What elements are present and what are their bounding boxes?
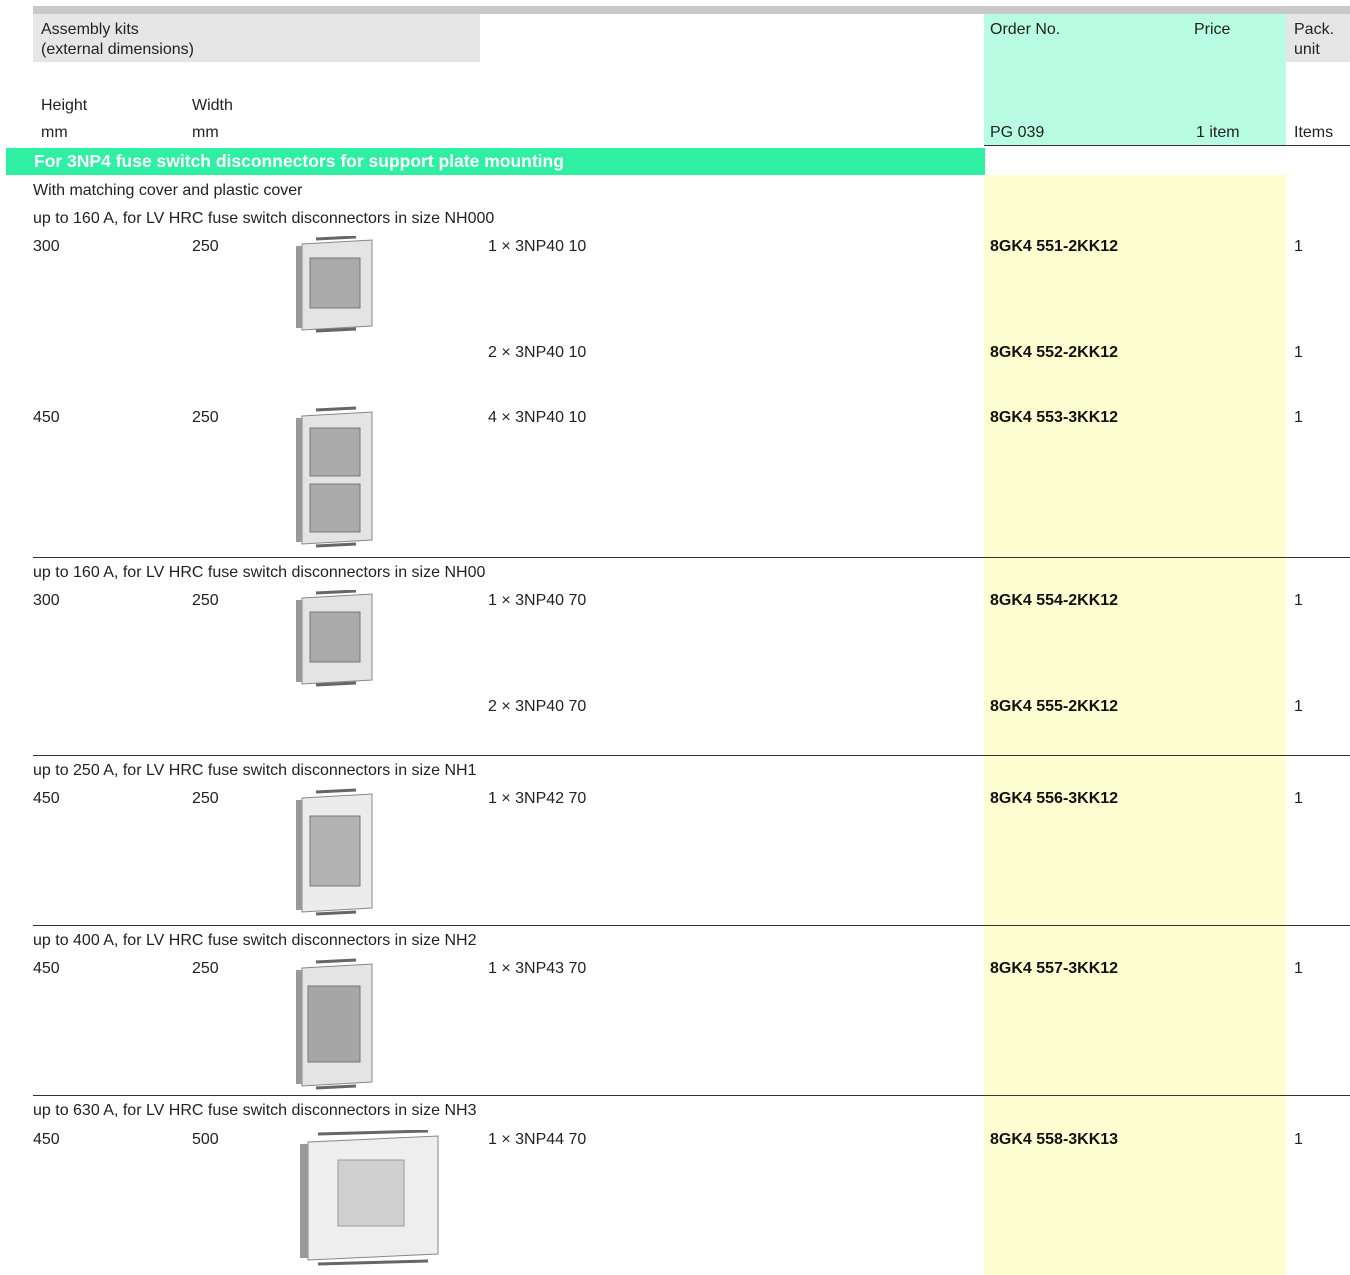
header-pack-unit: unit <box>1294 41 1320 58</box>
cell-height: 450 <box>33 409 60 426</box>
group-divider <box>33 1095 1350 1096</box>
header-width-unit: mm <box>192 124 219 141</box>
cell-description: 1 × 3NP43 70 <box>488 960 587 977</box>
cell-description: 1 × 3NP42 70 <box>488 790 587 807</box>
header-height: Height <box>41 97 88 114</box>
group-title: up to 400 A, for LV HRC fuse switch disc… <box>33 932 477 949</box>
group-divider <box>33 557 1350 558</box>
cell-height: 450 <box>33 960 60 977</box>
group-title: up to 160 A, for LV HRC fuse switch disc… <box>33 564 486 581</box>
header-pg: PG 039 <box>990 124 1045 141</box>
cell-height: 300 <box>33 592 60 609</box>
cell-pack: 1 <box>1294 238 1303 255</box>
header-height-unit: mm <box>41 124 68 141</box>
header-price-unit: 1 item <box>1196 124 1240 141</box>
cell-height: 450 <box>33 790 60 807</box>
cell-width: 250 <box>192 238 219 255</box>
cell-pack: 1 <box>1294 698 1303 715</box>
header-width: Width <box>192 97 233 114</box>
cell-order-no: 8GK4 555-2KK12 <box>990 698 1119 715</box>
cell-pack: 1 <box>1294 344 1303 361</box>
cell-width: 250 <box>192 960 219 977</box>
assembly-kit-image <box>296 406 373 548</box>
header-divider <box>984 145 1350 146</box>
cell-width: 250 <box>192 592 219 609</box>
group-title: up to 630 A, for LV HRC fuse switch disc… <box>33 1102 477 1119</box>
cell-description: 1 × 3NP44 70 <box>488 1131 587 1148</box>
group-divider <box>33 925 1350 926</box>
header-subtitle: (external dimensions) <box>41 41 194 58</box>
cell-order-no: 8GK4 557-3KK12 <box>990 960 1119 977</box>
cell-order-no: 8GK4 554-2KK12 <box>990 592 1119 609</box>
cell-height: 450 <box>33 1131 60 1148</box>
cell-description: 2 × 3NP40 70 <box>488 698 587 715</box>
cell-width: 250 <box>192 409 219 426</box>
assembly-kit-image <box>296 590 373 687</box>
group-title: up to 160 A, for LV HRC fuse switch disc… <box>33 210 495 227</box>
cell-order-no: 8GK4 551-2KK12 <box>990 238 1119 255</box>
assembly-kit-image <box>296 958 373 1090</box>
header-order-no: Order No. <box>990 21 1061 38</box>
assembly-kit-image <box>296 788 373 916</box>
assembly-kit-image <box>300 1130 439 1266</box>
cell-height: 300 <box>33 238 60 255</box>
header-price: Price <box>1194 21 1231 38</box>
cell-order-no: 8GK4 553-3KK12 <box>990 409 1119 426</box>
cell-pack: 1 <box>1294 1131 1303 1148</box>
cell-pack: 1 <box>1294 790 1303 807</box>
cell-width: 500 <box>192 1131 219 1148</box>
header-title: Assembly kits <box>41 21 139 38</box>
cell-pack: 1 <box>1294 960 1303 977</box>
intro-text: With matching cover and plastic cover <box>33 182 303 199</box>
group-divider <box>33 755 1350 756</box>
section-title-bar: For 3NP4 fuse switch disconnectors for s… <box>6 148 985 175</box>
header-pack: Pack. <box>1294 21 1335 38</box>
section-title: For 3NP4 fuse switch disconnectors for s… <box>34 151 564 171</box>
cell-order-no: 8GK4 558-3KK13 <box>990 1131 1119 1148</box>
cell-pack: 1 <box>1294 409 1303 426</box>
header-pack-items: Items <box>1294 124 1334 141</box>
group-title: up to 250 A, for LV HRC fuse switch disc… <box>33 762 477 779</box>
cell-pack: 1 <box>1294 592 1303 609</box>
top-rule <box>33 6 1350 14</box>
cell-description: 2 × 3NP40 10 <box>488 344 587 361</box>
cell-order-no: 8GK4 552-2KK12 <box>990 344 1119 361</box>
order-number-column <box>984 175 1286 1275</box>
cell-order-no: 8GK4 556-3KK12 <box>990 790 1119 807</box>
cell-description: 1 × 3NP40 70 <box>488 592 587 609</box>
cell-width: 250 <box>192 790 219 807</box>
cell-description: 4 × 3NP40 10 <box>488 409 587 426</box>
assembly-kit-image <box>296 236 373 333</box>
cell-description: 1 × 3NP40 10 <box>488 238 587 255</box>
